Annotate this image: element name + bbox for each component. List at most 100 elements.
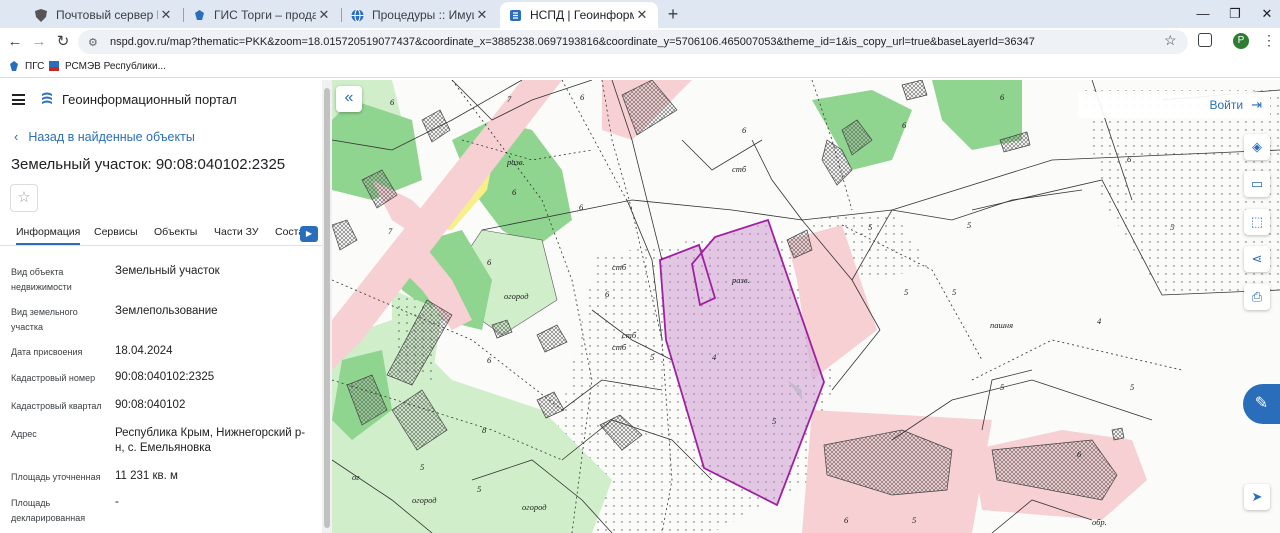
emblem-icon (192, 8, 206, 22)
select-area-icon[interactable]: ⬚ (1244, 209, 1270, 235)
svg-text:5: 5 (1000, 382, 1004, 392)
panel-scrollbar-thumb[interactable] (324, 88, 330, 528)
property-label: Вид объекта недвижимости (11, 267, 72, 292)
property-label: Кадастровый квартал (11, 401, 102, 411)
svg-text:огород: огород (522, 502, 547, 512)
portal-logo-icon (42, 92, 52, 104)
svg-text:ог: ог (352, 472, 360, 482)
svg-text:стб: стб (732, 164, 747, 174)
portal-title: Геоинформационный портал (62, 92, 237, 107)
object-title: Земельный участок: 90:08:040102:2325 (11, 156, 286, 173)
property-label: Кадастровый номер (11, 373, 96, 383)
property-value: Земельный участок (115, 265, 220, 277)
svg-text:5: 5 (904, 287, 908, 297)
shield-icon (34, 8, 48, 22)
svg-text:стб: стб (612, 342, 627, 352)
geolocation-icon[interactable]: ➤ (1244, 484, 1270, 510)
profile-avatar[interactable]: P (1233, 33, 1249, 49)
browser-tab[interactable]: ГИС Торги – продажи государ ✕ (184, 2, 340, 28)
address-bar: ← → ↻ ⚙ nspd.gov.ru/map?thematic=PKK&zoo… (0, 28, 1280, 56)
close-icon[interactable]: ✕ (634, 7, 650, 23)
minimize-icon[interactable]: — (1186, 0, 1220, 28)
layers-icon[interactable]: ◈ (1244, 134, 1270, 160)
property-value: 18.04.2024 (115, 345, 173, 357)
svg-text:5: 5 (477, 484, 481, 494)
property-value: - (115, 496, 119, 508)
globe-icon (350, 8, 364, 22)
print-icon[interactable]: ⎙ (1244, 284, 1270, 310)
tab-parcel-parts[interactable]: Части ЗУ (214, 226, 259, 238)
tab-title: ГИС Торги – продажи государ (214, 8, 316, 22)
svg-text:обр.: обр. (1092, 517, 1107, 527)
url-field[interactable]: ⚙ nspd.gov.ru/map?thematic=PKK&zoom=18.0… (78, 30, 1188, 54)
bookmark-item[interactable]: РСМЭВ Республики... (48, 60, 166, 72)
browser-tab[interactable]: Процедуры :: Имущественны ✕ (342, 2, 498, 28)
browser-tabbar: Почтовый сервер Правитель ✕ ГИС Торги – … (0, 0, 1280, 28)
svg-text:стб: стб (612, 262, 627, 272)
restore-icon[interactable]: ❐ (1218, 0, 1252, 28)
reload-icon[interactable]: ↻ (53, 32, 73, 52)
emblem-icon (8, 60, 20, 72)
bookmark-star-icon[interactable]: ☆ (1164, 32, 1177, 49)
svg-text:5: 5 (1130, 382, 1134, 392)
building (1111, 427, 1125, 441)
close-window-icon[interactable]: ✕ (1250, 0, 1280, 28)
svg-text:стб: стб (622, 330, 637, 340)
object-info-panel: Геоинформационный портал ‹ Назад в найде… (0, 80, 322, 533)
new-tab-button[interactable]: + (663, 4, 683, 24)
property-value: 90:08:040102 (115, 399, 186, 411)
back-link-label: Назад в найденные объекты (28, 129, 195, 144)
cadastral-map: разв. разв. стб стб стб стб огород огоро… (332, 80, 1280, 533)
flag-icon (48, 60, 60, 72)
property-value: Республика Крым, Нижнегорский р-н, с. Ем… (115, 427, 306, 454)
forward-arrow-icon[interactable]: → (29, 32, 49, 52)
tab-title: Почтовый сервер Правитель (56, 8, 158, 22)
bookmark-item[interactable]: ПГС (8, 60, 44, 72)
svg-text:5: 5 (772, 416, 776, 426)
browser-tab-active[interactable]: НСПД | Геоинформационный ✕ (500, 2, 658, 28)
property-label: Адрес (11, 429, 37, 439)
property-value: Землепользование (115, 305, 218, 317)
login-label: Войти (1209, 98, 1244, 112)
tab-services[interactable]: Сервисы (94, 226, 138, 238)
property-label: Площадь уточненная (11, 472, 101, 482)
svg-text:5: 5 (967, 220, 971, 230)
login-button[interactable]: Войти ⇥ (1078, 92, 1270, 118)
tab-information[interactable]: Информация (16, 226, 81, 245)
back-to-results-link[interactable]: ‹ Назад в найденные объекты (14, 129, 195, 144)
svg-text:5: 5 (868, 222, 872, 232)
svg-text:5: 5 (650, 352, 654, 362)
browser-tab[interactable]: Почтовый сервер Правитель ✕ (26, 2, 182, 28)
property-label: Дата присвоения (11, 347, 83, 357)
info-tabs: Информация Сервисы Объекты Части ЗУ Сост… (0, 222, 322, 246)
ruler-icon[interactable]: ▭ (1244, 171, 1270, 197)
share-icon[interactable]: ⋖ (1244, 246, 1270, 272)
back-arrow-icon[interactable]: ← (5, 32, 25, 52)
url-text: nspd.gov.ru/map?thematic=PKK&zoom=18.015… (110, 36, 1035, 48)
assistant-chat-button[interactable]: ✎ (1243, 384, 1280, 424)
site-settings-icon[interactable]: ⚙ (88, 36, 102, 49)
extensions-icon[interactable] (1198, 33, 1212, 47)
collapse-panel-button[interactable]: « (336, 86, 362, 112)
svg-text:пашня: пашня (990, 320, 1013, 330)
menu-icon[interactable]: ⋮ (1262, 32, 1276, 49)
nspd-icon (508, 8, 522, 22)
svg-text:5: 5 (1170, 222, 1174, 232)
bookmark-label: ПГС (25, 60, 45, 72)
favorite-star-button[interactable]: ☆ (10, 184, 38, 212)
chevron-left-icon: ‹ (14, 129, 19, 144)
map-canvas[interactable]: разв. разв. стб стб стб стб огород огоро… (332, 80, 1280, 533)
svg-text:5: 5 (912, 515, 916, 525)
login-arrow-icon: ⇥ (1251, 97, 1262, 112)
hamburger-menu-icon[interactable] (12, 94, 25, 105)
property-label: Площадь декларированная (11, 498, 86, 523)
tab-objects[interactable]: Объекты (154, 226, 197, 238)
property-value: 11 231 кв. м (115, 470, 178, 482)
tabs-scroll-right-button[interactable]: ▶ (300, 226, 318, 242)
svg-text:огород: огород (412, 495, 437, 505)
svg-text:разв.: разв. (731, 275, 750, 285)
close-icon[interactable]: ✕ (158, 7, 174, 23)
close-icon[interactable]: ✕ (474, 7, 490, 23)
tab-title: Процедуры :: Имущественны (372, 8, 474, 22)
close-icon[interactable]: ✕ (316, 7, 332, 23)
